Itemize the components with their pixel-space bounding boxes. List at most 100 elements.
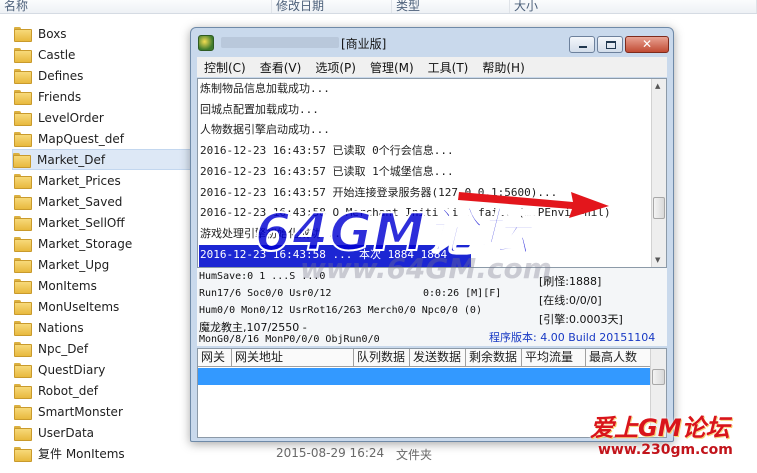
explorer-column-header: 名称 修改日期 类型 大小 bbox=[0, 0, 757, 14]
folder-row[interactable]: Market_Prices bbox=[14, 170, 121, 191]
folder-icon bbox=[14, 90, 32, 105]
app-icon bbox=[198, 35, 214, 51]
log-line[interactable]: 2016-12-23 16:43:57 已读取 0个行会信息... bbox=[199, 141, 651, 161]
folder-label: Market_SellOff bbox=[38, 215, 125, 230]
scroll-up-icon[interactable]: ▲ bbox=[655, 82, 660, 90]
logo-title: 爱上GM论坛 bbox=[590, 414, 730, 442]
stat-time: 0:0:26 [M][F] bbox=[423, 288, 502, 299]
folder-icon bbox=[14, 384, 32, 399]
grid-scroll-thumb[interactable] bbox=[652, 369, 665, 385]
folder-icon bbox=[14, 342, 32, 357]
last-item-type: 文件夹 bbox=[396, 448, 433, 462]
folder-label: Boxs bbox=[38, 26, 67, 41]
folder-label: Friends bbox=[38, 89, 82, 104]
log-line[interactable]: 人物数据引擎启动成功... bbox=[199, 120, 651, 140]
folder-icon bbox=[14, 363, 32, 378]
logo-url: www.230gm.com bbox=[598, 442, 733, 458]
window-title: [商业版] bbox=[341, 37, 387, 51]
folder-label: Market_Prices bbox=[38, 173, 121, 188]
menu-options[interactable]: 选项(P) bbox=[308, 59, 363, 76]
folder-label: Market_Upg bbox=[38, 257, 110, 272]
folder-row[interactable]: Robot_def bbox=[14, 380, 98, 401]
grid-col-remain[interactable]: 剩余数据 bbox=[466, 349, 522, 367]
folder-label: Castle bbox=[38, 47, 76, 62]
menu-bar: 控制(C) 查看(V) 选项(P) 管理(M) 工具(T) 帮助(H) bbox=[197, 57, 667, 77]
menu-tools[interactable]: 工具(T) bbox=[421, 59, 476, 76]
menu-view[interactable]: 查看(V) bbox=[253, 59, 309, 76]
grid-col-send[interactable]: 发送数据 bbox=[410, 349, 466, 367]
folder-label: MonItems bbox=[38, 278, 97, 293]
folder-row[interactable]: Npc_Def bbox=[14, 338, 88, 359]
folder-label: UserData bbox=[38, 425, 95, 440]
maximize-button[interactable] bbox=[597, 36, 623, 53]
folder-label: MapQuest_def bbox=[38, 131, 124, 146]
grid-col-gateway[interactable]: 网关 bbox=[198, 349, 232, 367]
folder-label: SmartMonster bbox=[38, 404, 123, 419]
folder-label: Nations bbox=[38, 320, 84, 335]
folder-row[interactable]: UserData bbox=[14, 422, 94, 443]
folder-label: Market_Storage bbox=[38, 236, 133, 251]
folder-label: Market_Saved bbox=[38, 194, 123, 209]
folder-label: Npc_Def bbox=[38, 341, 89, 356]
folder-row[interactable]: Nations bbox=[14, 317, 84, 338]
log-line[interactable]: 回城点配置加载成功... bbox=[199, 100, 651, 120]
folder-row[interactable]: Defines bbox=[14, 65, 83, 86]
log-line[interactable]: 炼制物品信息加载成功... bbox=[199, 79, 651, 99]
folder-row[interactable]: 复件 MonItems bbox=[14, 443, 125, 464]
folder-row[interactable]: Boxs bbox=[14, 23, 67, 44]
folder-icon bbox=[14, 405, 32, 420]
maximize-icon bbox=[606, 41, 616, 49]
column-size[interactable]: 大小 bbox=[510, 0, 757, 13]
menu-manage[interactable]: 管理(M) bbox=[363, 59, 421, 76]
folder-icon bbox=[14, 195, 32, 210]
folder-row[interactable]: MonItems bbox=[14, 275, 97, 296]
version-label: 程序版本: 4.00 Build 20151104 bbox=[489, 331, 656, 344]
folder-row[interactable]: SmartMonster bbox=[14, 401, 123, 422]
close-icon: ✕ bbox=[641, 37, 653, 51]
folder-row[interactable]: QuestDiary bbox=[14, 359, 105, 380]
folder-icon bbox=[14, 111, 32, 126]
folder-icon bbox=[14, 426, 32, 441]
folder-row[interactable]: Market_Upg bbox=[14, 254, 109, 275]
red-arrow-icon bbox=[458, 192, 609, 218]
folder-row[interactable]: MapQuest_def bbox=[14, 128, 124, 149]
folder-label: Market_Def bbox=[37, 152, 106, 167]
grid-row-selected[interactable] bbox=[198, 368, 652, 385]
stat-boss: 魔龙教主,107/2550 - bbox=[199, 321, 307, 334]
scroll-down-icon[interactable]: ▼ bbox=[655, 256, 660, 264]
folder-icon bbox=[14, 27, 32, 42]
grid-col-avg[interactable]: 平均流量 bbox=[522, 349, 586, 367]
stat-engine: [引擎:0.0003天] bbox=[539, 313, 623, 326]
minimize-button[interactable] bbox=[569, 36, 595, 53]
folder-row[interactable]: Castle bbox=[14, 44, 75, 65]
column-name[interactable]: 名称 bbox=[0, 0, 272, 13]
folder-row[interactable]: Market_Storage bbox=[14, 233, 132, 254]
stat-online: [在线:0/0/0] bbox=[539, 294, 602, 307]
title-redacted bbox=[221, 37, 339, 48]
menu-help[interactable]: 帮助(H) bbox=[475, 59, 531, 76]
folder-row[interactable]: Market_SellOff bbox=[14, 212, 125, 233]
folder-icon bbox=[14, 216, 32, 231]
minimize-icon bbox=[579, 46, 587, 48]
folder-row[interactable]: Friends bbox=[14, 86, 81, 107]
folder-label: Defines bbox=[38, 68, 84, 83]
folder-icon bbox=[14, 174, 32, 189]
title-bar[interactable]: [商业版] ✕ bbox=[191, 28, 673, 56]
close-button[interactable]: ✕ bbox=[625, 36, 669, 53]
folder-row[interactable]: MonUseItems bbox=[14, 296, 119, 317]
log-scrollbar[interactable]: ▲ ▼ bbox=[651, 79, 666, 267]
folder-label: Robot_def bbox=[38, 383, 99, 398]
folder-icon bbox=[13, 153, 31, 168]
folder-row[interactable]: Market_Saved bbox=[14, 191, 122, 212]
column-type[interactable]: 类型 bbox=[392, 0, 510, 13]
grid-col-address[interactable]: 网关地址 bbox=[232, 349, 354, 367]
grid-header: 网关 网关地址 队列数据 发送数据 剩余数据 平均流量 最高人数 bbox=[198, 349, 652, 367]
folder-row[interactable]: Market_Def bbox=[12, 149, 192, 170]
column-date[interactable]: 修改日期 bbox=[272, 0, 392, 13]
grid-col-max[interactable]: 最高人数 bbox=[586, 349, 652, 367]
grid-col-queue[interactable]: 队列数据 bbox=[354, 349, 410, 367]
scroll-thumb[interactable] bbox=[653, 197, 665, 219]
folder-icon bbox=[14, 132, 32, 147]
menu-control[interactable]: 控制(C) bbox=[197, 59, 253, 76]
folder-row[interactable]: LevelOrder bbox=[14, 107, 104, 128]
